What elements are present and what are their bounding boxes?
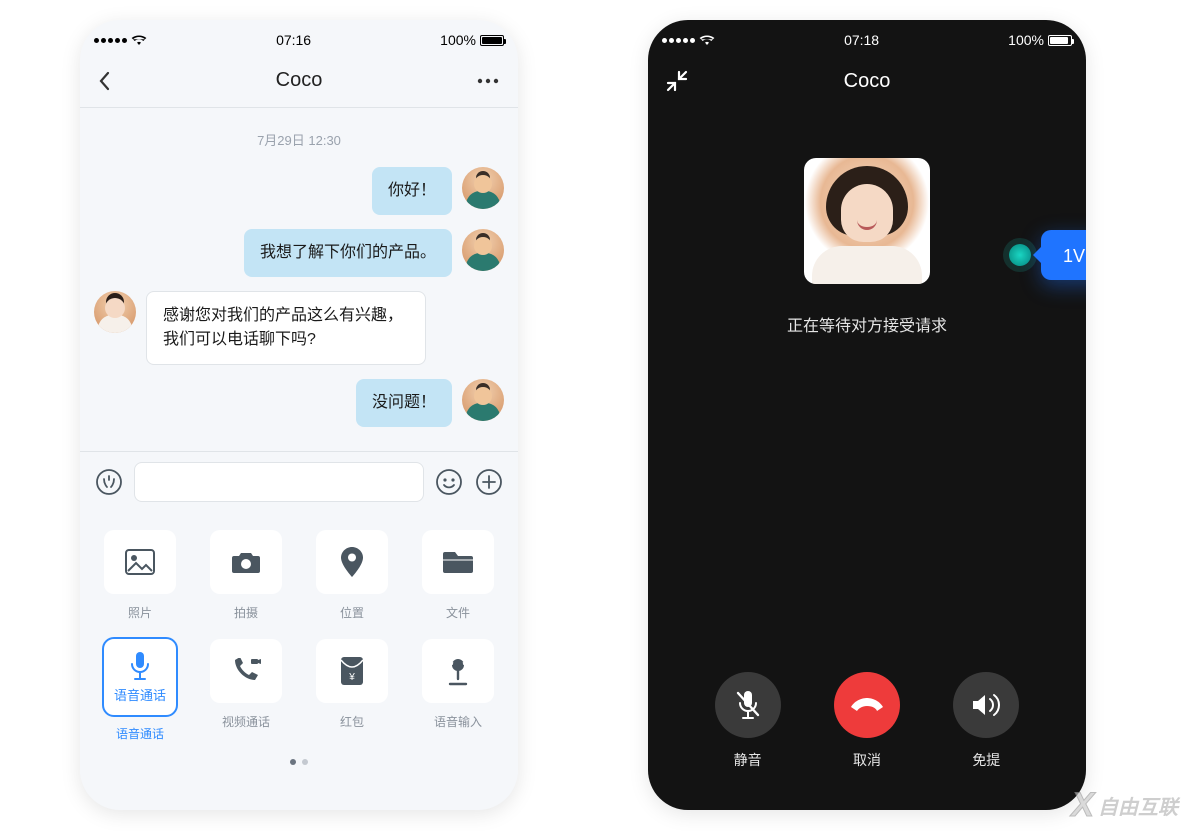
tile-voice-input[interactable]: 语音输入 <box>414 639 502 742</box>
cancel-control[interactable]: 取消 <box>834 672 900 770</box>
speaker-icon <box>971 692 1001 718</box>
tile-photo[interactable]: 照片 <box>96 530 184 621</box>
chat-title: Coco <box>276 69 323 92</box>
tooltip-dot-icon <box>1009 244 1031 266</box>
tile-video-call[interactable]: 视频通话 <box>202 639 290 742</box>
mute-icon <box>734 689 762 721</box>
mute-control[interactable]: 静音 <box>715 672 781 770</box>
wifi-icon <box>131 34 147 46</box>
microphone-icon <box>128 651 152 681</box>
tooltip-text: 1V1 通话 <box>1041 230 1086 280</box>
message-timestamp: 7月29日 12:30 <box>94 130 504 149</box>
call-status-text: 正在等待对方接受请求 <box>787 312 947 336</box>
phone-call: 07:18 100% Coco 正在等待对方接受请求 静音 取消 <box>648 20 1086 810</box>
avatar[interactable] <box>462 229 504 271</box>
speaker-button[interactable] <box>953 672 1019 738</box>
message-row: 我想了解下你们的产品。 <box>94 229 504 277</box>
image-icon <box>125 549 155 575</box>
red-packet-icon: ¥ <box>340 656 364 686</box>
tile-camera[interactable]: 拍摄 <box>202 530 290 621</box>
tile-label: 照片 <box>128 604 152 621</box>
battery-icon <box>480 35 504 46</box>
message-bubble[interactable]: 没问题！ <box>356 379 452 427</box>
tile-red-packet[interactable]: ¥ 红包 <box>308 639 396 742</box>
message-bubble[interactable]: 感谢您对我们的产品这么有兴趣，我们可以电话聊下吗? <box>146 291 426 365</box>
voice-input-icon <box>445 656 471 686</box>
more-icon[interactable] <box>476 78 500 84</box>
speaker-control[interactable]: 免提 <box>953 672 1019 770</box>
hangup-button[interactable] <box>834 672 900 738</box>
plus-icon[interactable] <box>474 467 504 497</box>
call-controls: 静音 取消 免提 <box>648 672 1086 770</box>
tile-label: 拍摄 <box>234 604 258 621</box>
message-row: 感谢您对我们的产品这么有兴趣，我们可以电话聊下吗? <box>94 291 504 365</box>
message-input[interactable] <box>134 462 424 502</box>
mute-label: 静音 <box>734 750 762 770</box>
location-icon <box>341 547 363 577</box>
chat-header: Coco <box>80 54 518 108</box>
minimize-icon[interactable] <box>666 70 688 92</box>
voice-toggle-icon[interactable] <box>94 467 124 497</box>
message-bubble[interactable]: 我想了解下你们的产品。 <box>244 229 452 277</box>
tooltip-1v1: 1V1 通话 <box>1009 230 1086 280</box>
avatar[interactable] <box>462 167 504 209</box>
tile-label: 语音输入 <box>434 713 482 730</box>
tile-label: 红包 <box>340 713 364 730</box>
wifi-icon <box>699 34 715 46</box>
call-avatar <box>804 158 930 284</box>
input-bar <box>80 451 518 512</box>
battery-text: 100% <box>1008 32 1044 48</box>
message-row: 没问题！ <box>94 379 504 427</box>
watermark-text: 自由互联 <box>1098 791 1178 820</box>
svg-text:¥: ¥ <box>348 672 355 683</box>
battery-icon <box>1048 35 1072 46</box>
avatar[interactable] <box>94 291 136 333</box>
status-bar: 07:16 100% <box>80 20 518 54</box>
tile-label: 视频通话 <box>222 713 270 730</box>
phone-video-icon <box>231 658 261 684</box>
tile-inner-label: 语音通话 <box>114 685 166 704</box>
status-time: 07:16 <box>276 32 311 48</box>
action-panel: 照片 拍摄 位置 文件 语音通话 语音通话 <box>80 512 518 780</box>
tile-label: 文件 <box>446 604 470 621</box>
camera-icon <box>231 550 261 574</box>
signal-dots-icon <box>94 38 127 43</box>
tile-label: 位置 <box>340 604 364 621</box>
tile-file[interactable]: 文件 <box>414 530 502 621</box>
call-title: Coco <box>844 70 891 93</box>
emoji-icon[interactable] <box>434 467 464 497</box>
phone-chat: 07:16 100% Coco 7月29日 12:30 你好！ 我想了解下你们的… <box>80 20 518 810</box>
hangup-icon <box>849 697 885 713</box>
battery-text: 100% <box>440 32 476 48</box>
call-header: Coco <box>648 54 1086 108</box>
mute-button[interactable] <box>715 672 781 738</box>
tile-voice-call[interactable]: 语音通话 语音通话 <box>96 639 184 742</box>
signal-dots-icon <box>662 38 695 43</box>
avatar[interactable] <box>462 379 504 421</box>
call-body: 正在等待对方接受请求 <box>648 108 1086 336</box>
watermark-logo-icon: X <box>1071 786 1092 825</box>
message-bubble[interactable]: 你好！ <box>372 167 452 215</box>
message-list: 7月29日 12:30 你好！ 我想了解下你们的产品。 感谢您对我们的产品这么有… <box>80 108 518 451</box>
speaker-label: 免提 <box>972 750 1000 770</box>
back-icon[interactable] <box>98 71 122 91</box>
message-row: 你好！ <box>94 167 504 215</box>
status-bar: 07:18 100% <box>648 20 1086 54</box>
tile-location[interactable]: 位置 <box>308 530 396 621</box>
cancel-label: 取消 <box>853 750 881 770</box>
tile-label: 语音通话 <box>116 725 164 742</box>
folder-icon <box>443 550 473 574</box>
status-time: 07:18 <box>844 32 879 48</box>
watermark: X 自由互联 <box>1071 786 1178 825</box>
panel-pager <box>96 752 502 770</box>
